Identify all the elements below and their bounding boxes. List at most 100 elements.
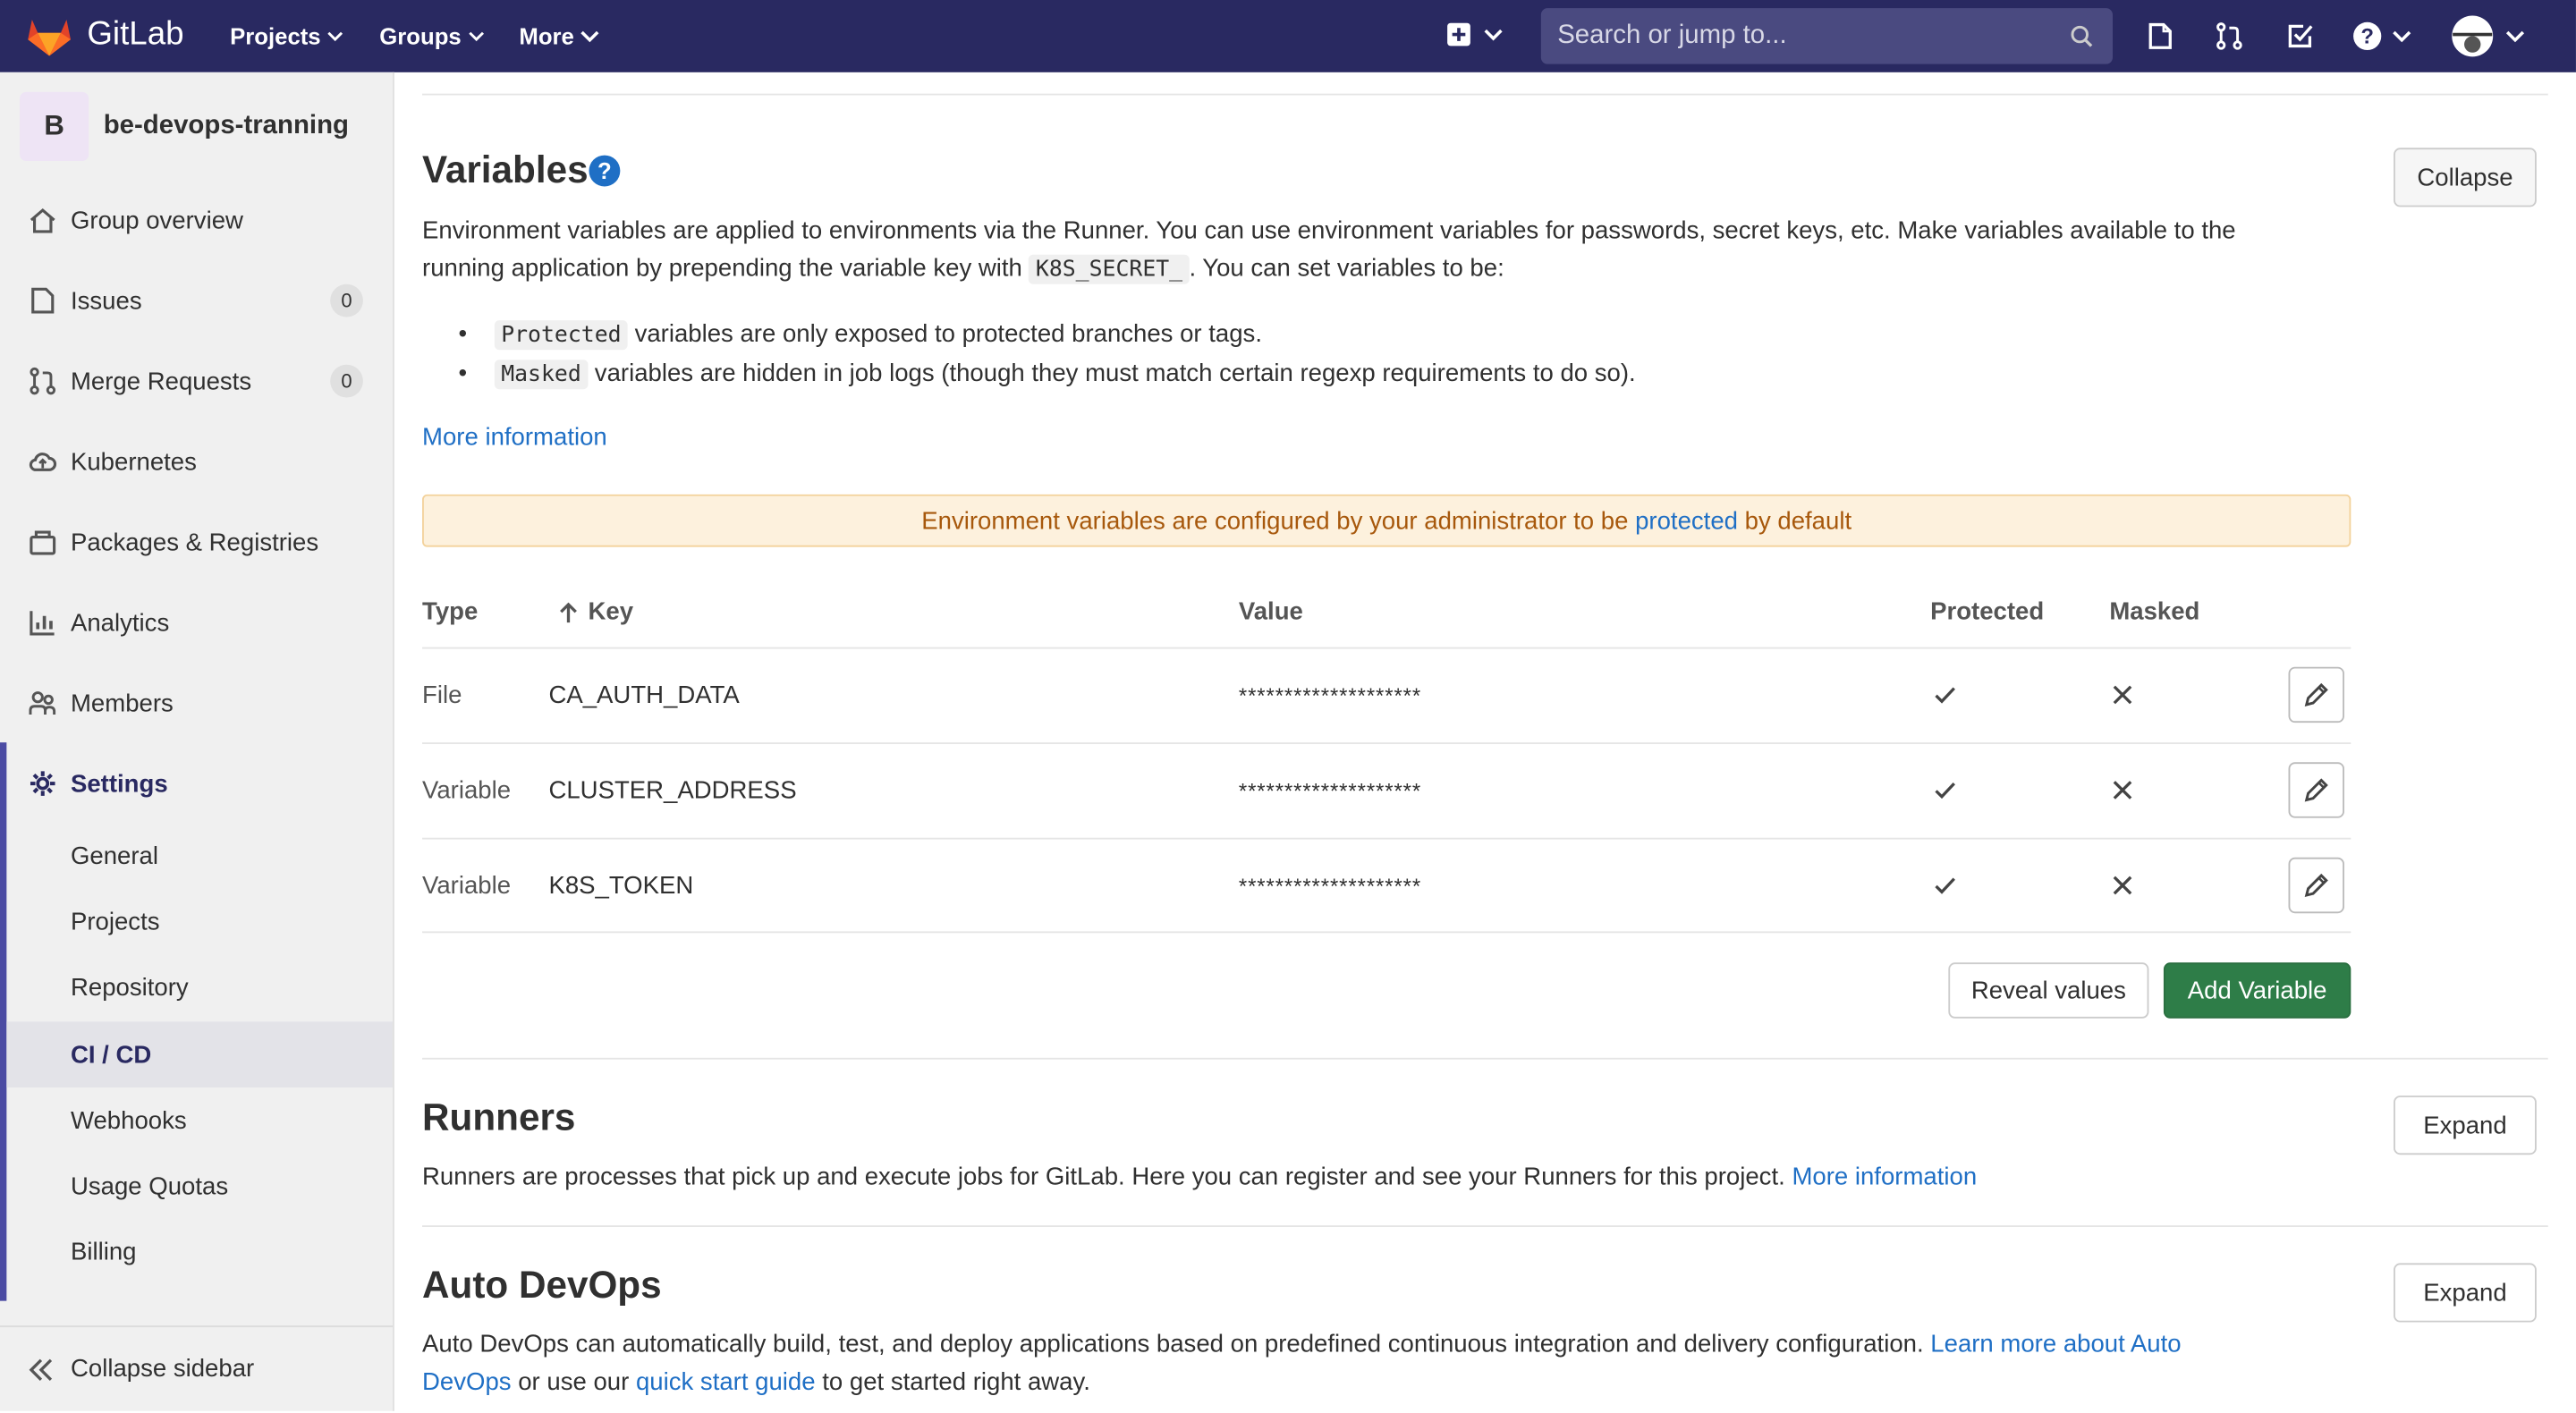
cell-key: K8S_TOKEN — [548, 872, 694, 901]
sidebar-item-analytics[interactable]: Analytics — [0, 593, 393, 652]
cell-key: CA_AUTH_DATA — [548, 681, 740, 710]
runners-title: Runners — [422, 1096, 576, 1138]
column-header-key[interactable]: Key — [589, 598, 634, 626]
chevron-down-icon — [1484, 29, 1503, 41]
new-item-dropdown[interactable] — [1445, 21, 1503, 47]
bullet-text: variables are hidden in job logs (though… — [594, 360, 1636, 388]
merge-request-icon[interactable] — [2215, 21, 2244, 51]
sidebar-item-label: Kubernetes — [70, 447, 197, 476]
divider — [422, 93, 2548, 96]
package-icon — [30, 530, 56, 555]
check-icon — [1935, 782, 1955, 800]
svg-text:?: ? — [2360, 25, 2374, 49]
help-icon[interactable]: ? — [589, 155, 622, 188]
user-menu[interactable] — [2451, 15, 2525, 58]
divider — [422, 742, 2351, 745]
chevron-down-icon — [327, 31, 343, 42]
autodevops-description: Auto DevOps can automatically build, tes… — [422, 1325, 2328, 1400]
collapse-button[interactable]: Collapse — [2394, 148, 2537, 207]
nav-groups-label: Groups — [379, 22, 462, 50]
list-item: • Protected variables are only exposed t… — [458, 320, 1263, 351]
pencil-icon — [2304, 778, 2328, 802]
edit-variable-button[interactable] — [2288, 857, 2344, 914]
todo-icon[interactable] — [2285, 21, 2315, 51]
sidebar: B be-devops-tranning Group overview Issu… — [0, 72, 394, 1411]
sidebar-item-settings[interactable]: Settings — [0, 754, 393, 813]
learn-more-auto-link[interactable]: Learn more about Auto — [1930, 1331, 2181, 1358]
svg-text:?: ? — [597, 159, 612, 184]
help-dropdown[interactable]: ? — [2352, 21, 2411, 51]
check-icon — [1935, 687, 1955, 704]
sidebar-item-members[interactable]: Members — [0, 673, 393, 732]
sidebar-item-label: Group overview — [70, 206, 243, 234]
sidebar-item-label: Merge Requests — [70, 367, 252, 395]
sidebar-item-group-overview[interactable]: Group overview — [0, 190, 393, 250]
sidebar-item-label: Issues — [70, 286, 142, 315]
column-header-type: Type — [422, 597, 479, 626]
variables-description: Environment variables are applied to env… — [422, 212, 2360, 289]
collapse-sidebar-button[interactable]: Collapse sidebar — [0, 1325, 393, 1412]
runners-expand-button[interactable]: Expand — [2394, 1096, 2537, 1155]
chart-icon — [30, 611, 55, 636]
group-name[interactable]: be-devops-tranning — [104, 112, 349, 141]
sort-arrow-up-icon[interactable] — [558, 601, 578, 624]
nav-projects-label: Projects — [230, 22, 321, 50]
bullet-text: variables are only exposed to protected … — [634, 320, 1263, 349]
learn-more-devops-link[interactable]: DevOps — [422, 1368, 512, 1396]
reveal-values-button[interactable]: Reveal values — [1948, 962, 2149, 1019]
autodevops-desc-text: Auto DevOps can automatically build, tes… — [422, 1330, 1924, 1358]
issues-icon[interactable] — [2146, 21, 2175, 51]
nav-projects[interactable]: Projects — [230, 23, 343, 49]
settings-usage-quotas[interactable]: Usage Quotas — [71, 1172, 228, 1200]
settings-projects[interactable]: Projects — [71, 909, 160, 936]
protected-code: Protected — [494, 320, 628, 351]
chevron-down-icon — [581, 30, 600, 43]
chevron-down-icon — [2393, 30, 2411, 43]
cell-value: ******************** — [1238, 683, 1422, 708]
edit-variable-button[interactable] — [2288, 666, 2344, 723]
settings-general[interactable]: General — [71, 842, 158, 870]
nav-groups[interactable]: Groups — [379, 23, 484, 49]
issues-icon — [31, 287, 55, 314]
sidebar-item-packages[interactable]: Packages & Registries — [0, 512, 393, 571]
cell-value: ******************** — [1238, 874, 1422, 899]
check-icon — [1935, 877, 1955, 894]
protected-alert: Environment variables are configured by … — [422, 494, 2351, 547]
cell-type: Variable — [422, 872, 512, 901]
protected-link[interactable]: protected — [1635, 507, 1738, 535]
active-item-highlight — [6, 1021, 393, 1087]
settings-ci-cd[interactable]: CI / CD — [71, 1041, 151, 1069]
avatar — [2452, 15, 2494, 57]
sidebar-item-kubernetes[interactable]: Kubernetes — [0, 432, 393, 491]
nav-more-label: More — [519, 22, 574, 50]
edit-variable-button[interactable] — [2288, 762, 2344, 818]
autodevops-desc-text: to get started right away. — [822, 1367, 1090, 1397]
settings-repository[interactable]: Repository — [71, 974, 189, 1002]
desc-line-2-end: . You can set variables to be: — [1189, 254, 1504, 283]
chevron-down-icon — [468, 31, 484, 42]
column-header-value: Value — [1238, 597, 1303, 626]
more-information-link[interactable]: More information — [422, 419, 607, 456]
masked-code: Masked — [494, 360, 589, 390]
add-variable-button[interactable]: Add Variable — [2163, 962, 2351, 1019]
nav-more[interactable]: More — [519, 23, 600, 49]
plus-square-icon — [1447, 22, 1470, 47]
divider — [422, 837, 2351, 840]
search-box[interactable] — [1540, 8, 2113, 64]
column-header-protected: Protected — [1930, 597, 2045, 626]
group-avatar[interactable]: B — [20, 91, 89, 161]
sidebar-item-issues[interactable]: Issues 0 — [0, 271, 393, 330]
close-icon — [2113, 781, 2132, 800]
search-input[interactable] — [1540, 8, 2067, 64]
runners-more-information-link[interactable]: More information — [1792, 1163, 1977, 1190]
quick-start-guide-link[interactable]: quick start guide — [636, 1368, 816, 1396]
gitlab-logo-icon[interactable] — [26, 15, 72, 58]
pencil-icon — [2304, 873, 2328, 898]
sidebar-item-merge-requests[interactable]: Merge Requests 0 — [0, 351, 393, 410]
autodevops-expand-button[interactable]: Expand — [2394, 1263, 2537, 1323]
brand-name[interactable]: GitLab — [87, 16, 183, 54]
alert-text: by default — [1744, 506, 1852, 535]
autodevops-desc-text: or use our — [518, 1367, 630, 1397]
settings-billing[interactable]: Billing — [71, 1239, 137, 1266]
settings-webhooks[interactable]: Webhooks — [71, 1107, 187, 1135]
